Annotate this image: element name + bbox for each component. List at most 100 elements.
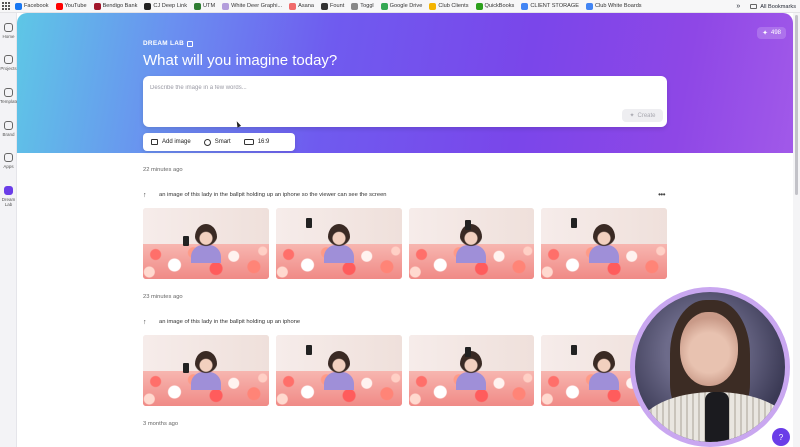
- add-image-button[interactable]: Add image: [151, 139, 191, 145]
- options-bar: Add image Smart 16:9: [143, 133, 295, 151]
- rail-label: Templates: [0, 99, 17, 104]
- bookmark-label: YouTube: [64, 3, 87, 9]
- bookmark-item[interactable]: CJ Deep Link: [144, 2, 187, 10]
- dream-lab-tag: DREAM LAB: [143, 40, 194, 47]
- bookmark-label: CLIENT STORAGE: [530, 3, 579, 9]
- generated-image[interactable]: [143, 335, 269, 406]
- generated-image[interactable]: [275, 335, 402, 406]
- rail-label: Dream Lab: [1, 197, 16, 207]
- scrollbar[interactable]: [793, 13, 800, 447]
- bookmark-label: QuickBooks: [484, 3, 515, 9]
- rail-label: Brand: [2, 132, 15, 137]
- sparkle-icon: ✦: [629, 113, 635, 119]
- rail-item-home[interactable]: Home: [0, 23, 17, 39]
- credits-badge[interactable]: ✦ 498: [757, 27, 786, 39]
- rail-item-dream-lab[interactable]: Dream Lab: [0, 186, 17, 207]
- bookmark-item[interactable]: UTM: [194, 2, 216, 10]
- apps-icon: [4, 153, 13, 162]
- rail-item-apps[interactable]: Apps: [0, 153, 17, 169]
- credits-count: 498: [770, 30, 781, 36]
- reuse-prompt-icon[interactable]: ↑: [143, 319, 153, 326]
- bookmark-favicon-icon: [194, 2, 201, 10]
- image-person: [460, 223, 483, 250]
- rail-item-templates[interactable]: Templates: [0, 88, 17, 104]
- bookmark-item[interactable]: Google Drive: [380, 2, 423, 10]
- bookmark-label: Bendigo Bank: [102, 3, 138, 9]
- rail-item-projects[interactable]: Projects: [0, 55, 17, 71]
- left-rail: Home Projects Templates Brand Apps Dream Lab: [0, 13, 17, 447]
- history-prompt-text: an image of this lady in the ballpit hol…: [159, 319, 301, 325]
- add-image-label: Add image: [162, 139, 191, 145]
- bookmark-item[interactable]: Asana: [289, 2, 314, 10]
- history-prompt-row[interactable]: ↑ an image of this lady in the ballpit ho…: [143, 316, 667, 328]
- phone-icon: [464, 220, 471, 230]
- more-options-icon[interactable]: •••: [658, 190, 665, 199]
- bookmark-favicon-icon: [380, 2, 388, 10]
- help-button[interactable]: ?: [772, 428, 790, 446]
- style-selector[interactable]: Smart: [203, 138, 231, 146]
- image-person: [460, 350, 483, 377]
- bookmark-label: UTM: [203, 3, 216, 9]
- bookmark-item[interactable]: QuickBooks: [475, 2, 515, 10]
- page-title: What will you imagine today?: [143, 52, 338, 69]
- bookmark-label: Club Clients: [438, 3, 469, 9]
- apps-grid-icon[interactable]: [2, 2, 10, 10]
- generated-image[interactable]: [541, 208, 667, 279]
- bookmark-label: White Deer Graphi...: [231, 3, 283, 9]
- bookmark-label: Club White Boards: [594, 3, 642, 9]
- bookmark-favicon-icon: [144, 2, 152, 10]
- prompt-input[interactable]: [150, 82, 590, 94]
- image-person: [327, 350, 350, 377]
- prompt-box: ✦ Create: [143, 76, 667, 127]
- bookmark-item[interactable]: Club White Boards: [585, 2, 642, 10]
- phone-icon: [183, 363, 189, 373]
- bookmark-item[interactable]: CLIENT STORAGE: [521, 2, 579, 10]
- bookmark-item[interactable]: Toggl: [351, 2, 374, 10]
- dream-lab-label: DREAM LAB: [143, 40, 185, 47]
- folder-icon: [4, 55, 13, 64]
- bookmark-item[interactable]: YouTube: [55, 2, 87, 10]
- history-prompt-row[interactable]: ↑ an image of this lady in the ballpit ho…: [143, 189, 667, 201]
- bookmark-favicon-icon: [93, 2, 101, 10]
- bookmark-favicon-icon: [55, 2, 63, 10]
- create-button[interactable]: ✦ Create: [622, 109, 663, 122]
- image-icon: [151, 139, 158, 145]
- phone-icon: [305, 218, 312, 228]
- scrollbar-thumb[interactable]: [795, 15, 798, 195]
- bookmark-label: Fount: [329, 3, 345, 9]
- home-icon: [4, 23, 13, 32]
- bookmark-label: Google Drive: [389, 3, 423, 9]
- phone-icon: [305, 345, 312, 355]
- bookmark-item[interactable]: Facebook: [15, 2, 49, 10]
- bookmark-item[interactable]: White Deer Graphi...: [222, 2, 283, 10]
- palette-icon: [203, 138, 211, 146]
- history-prompt-text: an image of this lady in the ballpit hol…: [159, 192, 387, 198]
- rail-item-brand[interactable]: Brand: [0, 121, 17, 137]
- bookmark-item[interactable]: Fount: [320, 2, 345, 10]
- all-bookmarks-link[interactable]: All Bookmarks: [760, 4, 796, 10]
- image-person: [593, 223, 616, 250]
- more-bookmarks-chevron[interactable]: »: [736, 3, 740, 10]
- history-timestamp: 3 months ago: [143, 421, 179, 427]
- generated-images: [143, 335, 667, 406]
- bookmark-favicon-icon: [320, 2, 328, 10]
- bookmark-item[interactable]: Club Clients: [429, 2, 469, 10]
- history-timestamp: 22 minutes ago: [143, 167, 183, 173]
- rail-label: Projects: [0, 66, 17, 71]
- bookmark-item[interactable]: Bendigo Bank: [93, 2, 138, 10]
- phone-icon: [571, 345, 578, 355]
- bookmark-label: Facebook: [24, 3, 49, 9]
- phone-icon: [464, 347, 471, 357]
- reuse-prompt-icon[interactable]: ↑: [143, 192, 153, 199]
- microphone-icon: [705, 392, 729, 442]
- generated-image[interactable]: [275, 208, 402, 279]
- generated-image[interactable]: [408, 335, 535, 406]
- aspect-ratio-selector[interactable]: 16:9: [243, 139, 269, 145]
- generated-image[interactable]: [143, 208, 269, 279]
- templates-icon: [4, 88, 13, 97]
- bookmark-label: Toggl: [360, 3, 374, 9]
- bookmark-favicon-icon: [351, 2, 359, 10]
- phone-icon: [183, 236, 189, 246]
- aspect-ratio-icon: [243, 139, 254, 145]
- generated-image[interactable]: [408, 208, 535, 279]
